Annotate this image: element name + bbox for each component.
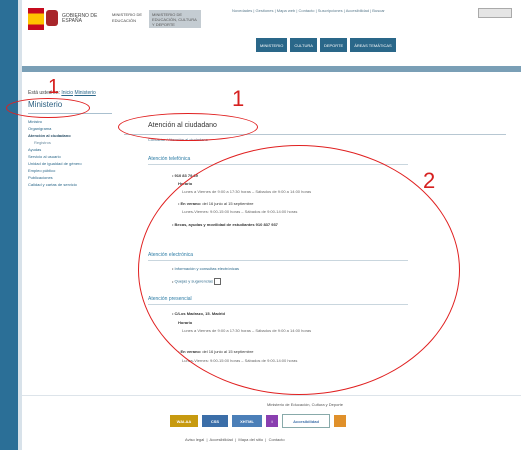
search-input[interactable] [478,8,512,18]
footer-logos: WAI-AA CSS XHTML i Accesibilidad [170,414,380,428]
annotation-ellipse-sidebar-title [6,98,90,118]
footer-ministry-text: Ministerio de Educación, Cultura y Depor… [266,402,344,407]
footer-link-accesibilidad[interactable]: Accesibilidad [210,437,233,442]
annotation-ellipse-content [138,145,460,395]
sidebar-item-organigrama[interactable]: Organigrama [28,125,118,132]
annotation-number: 1 [48,76,60,98]
css-badge[interactable]: CSS [202,415,228,427]
sidebar-item-publicaciones[interactable]: Publicaciones [28,174,118,181]
coat-of-arms-icon [46,10,58,26]
annotation-number: 2 [423,168,436,193]
annotation-ellipse-page-title [118,113,258,141]
breadcrumb-ministerio[interactable]: Ministerio [74,90,95,96]
government-label: GOBIERNO DE ESPAÑA [62,13,98,24]
sidebar-item-empleo[interactable]: Empleo público [28,167,118,174]
wai-badge[interactable]: WAI-AA [170,415,198,427]
tab-areas-tematicas[interactable]: ÁREAS TEMÁTICAS [350,38,396,52]
tab-ministerio[interactable]: MINISTERIO [256,38,288,52]
top-navigation: MINISTERIO CULTURA DEPORTE ÁREAS TEMÁTIC… [256,38,464,52]
sidebar-item-ayudas[interactable]: Ayudas [28,146,118,153]
annotation-number: 1 [232,86,245,111]
accessibility-icon[interactable] [334,415,346,427]
footer-links: Aviso legal | Accesibilidad | Mapa del s… [185,437,285,442]
footer-divider [22,395,521,396]
sidebar-menu: Ministro Organigrama Atención al ciudada… [28,118,118,188]
sidebar-item-servicio-usuario[interactable]: Servicio al usuario [28,153,118,160]
footer-link-contacto[interactable]: Contacto [269,437,285,442]
info-icon[interactable]: i [266,415,278,427]
footer-link-aviso[interactable]: Aviso legal [185,437,204,442]
sidebar-item-ministro[interactable]: Ministro [28,118,118,125]
tab-deporte[interactable]: DEPORTE [319,38,348,52]
accessibility-badge[interactable]: Accesibilidad [282,414,330,428]
sidebar-item-igualdad[interactable]: Unidad de igualdad de género [28,160,118,167]
sidebar-item-atencion-ciudadano[interactable]: Atención al ciudadano [28,132,118,139]
ministry-logo-text: MINISTERIO DE EDUCACIÓN, CULTURA Y DEPOR… [152,12,197,26]
sidebar-item-registros[interactable]: Registros [28,139,118,146]
utility-links[interactable]: Novedades | Gestiones | Mapa web | Conta… [232,8,502,18]
ministry-label: MINISTERIO DE EDUCACIÓN [112,12,143,23]
left-edge-bar [0,0,18,450]
section-heading-telefonica: Atención telefónica [148,156,191,162]
tab-cultura[interactable]: CULTURA [290,38,317,52]
xhtml-badge[interactable]: XHTML [232,415,262,427]
spain-flag-icon [28,8,44,30]
header-band [22,66,521,72]
sidebar-item-calidad[interactable]: Calidad y cartas de servicio [28,181,118,188]
breadcrumb-inicio[interactable]: Inicio [61,90,73,96]
footer-link-mapa[interactable]: Mapa del sitio [238,437,263,442]
